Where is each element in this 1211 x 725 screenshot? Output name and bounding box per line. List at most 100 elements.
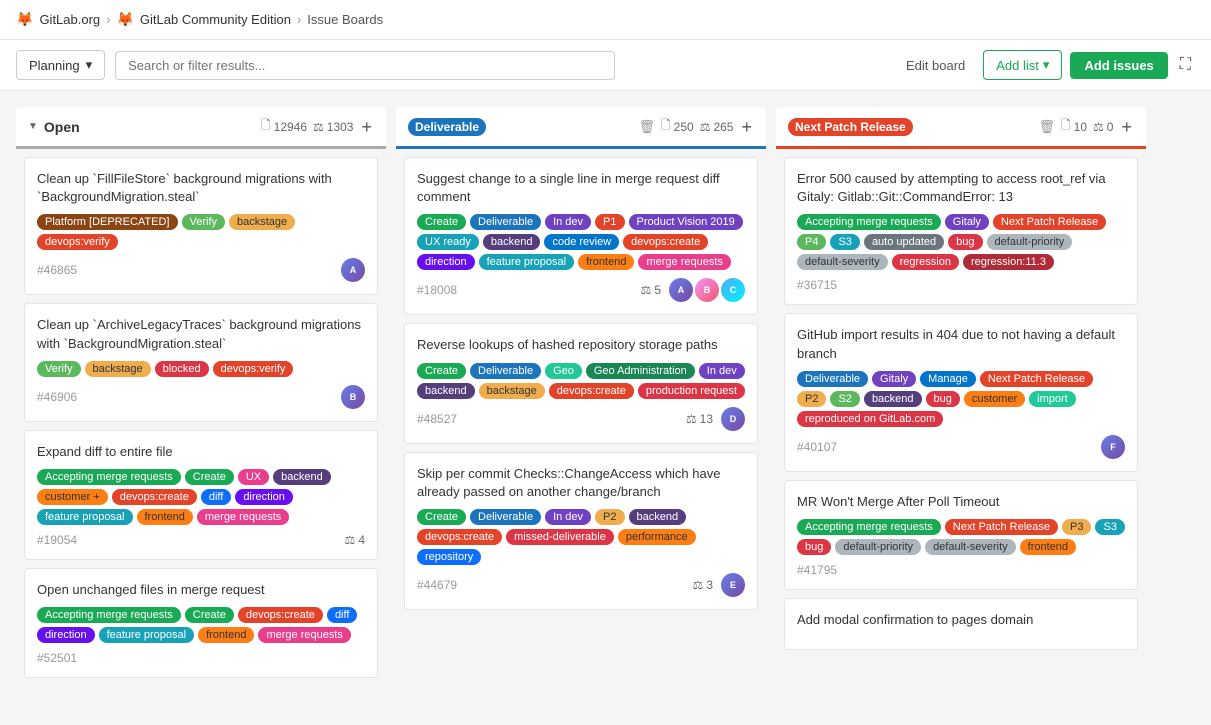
label-l-missed-deliverable[interactable]: missed-deliverable: [506, 529, 614, 545]
label-l-bug[interactable]: bug: [948, 234, 982, 250]
card-np-2[interactable]: GitHub import results in 404 due to not …: [784, 313, 1138, 471]
label-l-backstage[interactable]: backstage: [479, 383, 545, 399]
label-l-devops-verify[interactable]: devops:verify: [213, 361, 294, 377]
label-l-devops-create[interactable]: devops:create: [238, 607, 323, 623]
card-np-3[interactable]: MR Won't Merge After Poll TimeoutAccepti…: [784, 480, 1138, 590]
label-l-frontend[interactable]: frontend: [578, 254, 634, 270]
label-l-direction[interactable]: direction: [37, 627, 95, 643]
label-l-diff[interactable]: diff: [201, 489, 231, 505]
label-l-in-dev[interactable]: In dev: [699, 363, 745, 379]
project-link[interactable]: GitLab Community Edition: [140, 12, 291, 27]
label-l-deliverable[interactable]: Deliverable: [470, 214, 541, 230]
label-l-devops-create[interactable]: devops:create: [623, 234, 708, 250]
search-input[interactable]: [115, 51, 615, 80]
label-l-regression[interactable]: regression: [892, 254, 959, 270]
label-l-devops-create[interactable]: devops:create: [417, 529, 502, 545]
label-l-ux-ready[interactable]: UX ready: [417, 234, 479, 250]
label-l-deliverable[interactable]: Deliverable: [797, 371, 868, 387]
label-l-s2[interactable]: S2: [830, 391, 859, 407]
card-np-4[interactable]: Add modal confirmation to pages domain: [784, 598, 1138, 650]
label-l-next-patch[interactable]: Next Patch Release: [993, 214, 1106, 230]
label-l-create[interactable]: Create: [417, 214, 466, 230]
label-l-ux[interactable]: UX: [238, 469, 269, 485]
label-l-merge-requests[interactable]: merge requests: [197, 509, 289, 525]
label-l-default-severity[interactable]: default-severity: [797, 254, 888, 270]
label-l-feature-proposal[interactable]: feature proposal: [479, 254, 575, 270]
col-trash-button-next-patch[interactable]: 🗑: [1039, 119, 1056, 135]
label-l-create[interactable]: Create: [417, 509, 466, 525]
label-l-devops-verify[interactable]: devops:verify: [37, 234, 118, 250]
label-l-feature-proposal[interactable]: feature proposal: [99, 627, 195, 643]
col-add-button-next-patch[interactable]: +: [1119, 118, 1134, 136]
label-l-bug[interactable]: bug: [797, 539, 831, 555]
card-card-4[interactable]: Open unchanged files in merge requestAcc…: [24, 568, 378, 678]
label-l-default-priority[interactable]: default-priority: [835, 539, 921, 555]
label-l-backend[interactable]: backend: [273, 469, 331, 485]
col-trash-button-deliverable[interactable]: 🗑: [638, 119, 655, 135]
label-l-merge-requests[interactable]: merge requests: [638, 254, 730, 270]
label-l-deliverable[interactable]: Deliverable: [470, 509, 541, 525]
planning-dropdown[interactable]: Planning ▾: [16, 50, 105, 80]
label-l-in-dev[interactable]: In dev: [545, 509, 591, 525]
label-l-production-req[interactable]: production request: [638, 383, 745, 399]
label-l-performance[interactable]: performance: [618, 529, 696, 545]
label-l-reproduced[interactable]: reproduced on GitLab.com: [797, 411, 943, 427]
label-l-frontend[interactable]: frontend: [137, 509, 193, 525]
org-link[interactable]: GitLab.org: [39, 12, 100, 27]
label-l-customer[interactable]: customer: [964, 391, 1025, 407]
label-l-diff[interactable]: diff: [327, 607, 357, 623]
label-l-accepting-mr[interactable]: Accepting merge requests: [37, 469, 181, 485]
card-card-1[interactable]: Clean up `FillFileStore` background migr…: [24, 157, 378, 295]
label-l-frontend[interactable]: frontend: [198, 627, 254, 643]
label-l-create[interactable]: Create: [417, 363, 466, 379]
label-l-in-dev[interactable]: In dev: [545, 214, 591, 230]
edit-board-button[interactable]: Edit board: [896, 52, 975, 79]
add-list-button[interactable]: Add list ▾: [983, 50, 1062, 80]
label-l-gitaly[interactable]: Gitaly: [945, 214, 989, 230]
label-l-bug[interactable]: bug: [926, 391, 960, 407]
label-l-gitaly[interactable]: Gitaly: [872, 371, 916, 387]
col-add-button-deliverable[interactable]: +: [739, 118, 754, 136]
label-l-backstage[interactable]: backstage: [229, 214, 295, 230]
label-l-accepting-mr[interactable]: Accepting merge requests: [797, 214, 941, 230]
label-l-customer-plus[interactable]: customer +: [37, 489, 108, 505]
label-l-devops-create[interactable]: devops:create: [112, 489, 197, 505]
card-del-1[interactable]: Suggest change to a single line in merge…: [404, 157, 758, 315]
label-l-direction[interactable]: direction: [235, 489, 293, 505]
label-l-auto-updated[interactable]: auto updated: [864, 234, 944, 250]
label-l-next-patch[interactable]: Next Patch Release: [980, 371, 1093, 387]
label-l-p4[interactable]: P4: [797, 234, 826, 250]
add-issues-button[interactable]: Add issues: [1070, 52, 1167, 79]
label-l-repository[interactable]: repository: [417, 549, 481, 565]
col-toggle-open[interactable]: ▼: [28, 121, 38, 132]
card-del-3[interactable]: Skip per commit Checks::ChangeAccess whi…: [404, 452, 758, 610]
label-l-create[interactable]: Create: [185, 469, 234, 485]
col-add-button-open[interactable]: +: [359, 118, 374, 136]
label-l-accepting-mr[interactable]: Accepting merge requests: [37, 607, 181, 623]
label-l-product-vision[interactable]: Product Vision 2019: [629, 214, 743, 230]
label-l-frontend[interactable]: frontend: [1020, 539, 1076, 555]
label-l-verify[interactable]: Verify: [182, 214, 226, 230]
label-l-geo[interactable]: Geo: [545, 363, 582, 379]
label-l-code-review[interactable]: code review: [544, 234, 619, 250]
card-card-3[interactable]: Expand diff to entire fileAccepting merg…: [24, 430, 378, 560]
label-l-regression113[interactable]: regression:11.3: [963, 254, 1054, 270]
label-l-backend[interactable]: backend: [629, 509, 687, 525]
label-l-create[interactable]: Create: [185, 607, 234, 623]
label-l-s3[interactable]: S3: [1095, 519, 1124, 535]
label-l-p2[interactable]: P2: [595, 509, 624, 525]
fullscreen-button[interactable]: ⛶: [1176, 52, 1195, 78]
label-l-backend[interactable]: backend: [417, 383, 475, 399]
label-l-default-severity[interactable]: default-severity: [925, 539, 1016, 555]
card-np-1[interactable]: Error 500 caused by attempting to access…: [784, 157, 1138, 305]
label-l-manage[interactable]: Manage: [920, 371, 976, 387]
label-l-direction[interactable]: direction: [417, 254, 475, 270]
label-l-default-priority[interactable]: default-priority: [987, 234, 1073, 250]
label-l-backstage[interactable]: backstage: [85, 361, 151, 377]
label-l-backend[interactable]: backend: [483, 234, 541, 250]
label-l-geo-admin[interactable]: Geo Administration: [586, 363, 695, 379]
label-l-feature-proposal[interactable]: feature proposal: [37, 509, 133, 525]
card-card-2[interactable]: Clean up `ArchiveLegacyTraces` backgroun…: [24, 303, 378, 421]
label-l-devops-create[interactable]: devops:create: [549, 383, 634, 399]
label-l-p2[interactable]: P2: [797, 391, 826, 407]
